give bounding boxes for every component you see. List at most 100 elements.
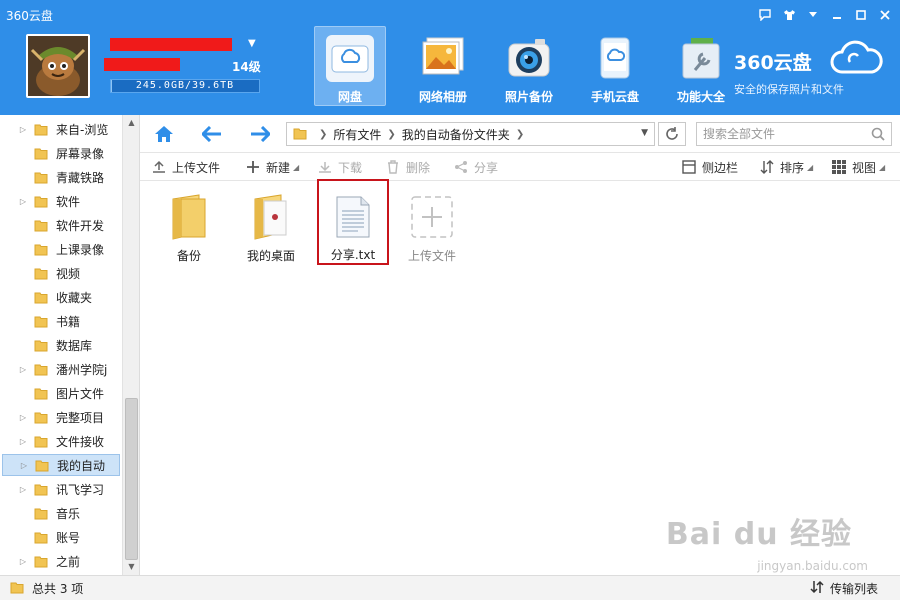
sidebar-item-label: 软件开发: [56, 218, 105, 233]
breadcrumb-all-files[interactable]: 所有文件: [333, 126, 381, 143]
sidebar-item-10[interactable]: ▷ 潘州学院j: [2, 358, 120, 380]
sidebar-item-2[interactable]: 青藏铁路: [2, 166, 120, 188]
nav-photo-album[interactable]: 网络相册: [400, 26, 486, 106]
maximize-icon[interactable]: [852, 6, 870, 24]
sidebar-item-label: 屏幕录像: [56, 146, 105, 161]
minimize-icon[interactable]: [828, 6, 846, 24]
sidebar-item-7[interactable]: 收藏夹: [2, 286, 120, 308]
expand-arrow-icon[interactable]: ▷: [16, 437, 30, 446]
expand-arrow-icon[interactable]: ▷: [16, 125, 30, 134]
sidebar-item-label: 上课录像: [56, 242, 105, 257]
sidebar-item-3[interactable]: ▷ 软件: [2, 190, 120, 212]
folder-icon: [34, 148, 48, 160]
nav-cloud-drive[interactable]: 网盘: [314, 26, 386, 106]
sidebar-item-label: 来自-浏览: [56, 122, 109, 137]
forward-button[interactable]: [248, 122, 272, 146]
folder-icon: [293, 126, 307, 143]
expand-arrow-icon[interactable]: ▷: [17, 461, 31, 470]
new-button[interactable]: 新建 ◢: [246, 158, 299, 176]
upload-file-tile[interactable]: 上传文件: [397, 187, 467, 267]
folder-icon: [165, 193, 213, 241]
folder-icon: [34, 364, 48, 376]
sidebar-item-5[interactable]: 上课录像: [2, 238, 120, 260]
folder-icon: [34, 244, 48, 256]
folder-icon: [35, 460, 49, 472]
sidebar-item-6[interactable]: 视频: [2, 262, 120, 284]
avatar[interactable]: [26, 34, 90, 98]
phone-cloud-icon: [591, 34, 639, 82]
nav-label: 手机云盘: [590, 90, 639, 104]
scroll-down-icon[interactable]: ▼: [123, 559, 140, 575]
sidebar-item-13[interactable]: ▷ 文件接收: [2, 430, 120, 452]
expand-arrow-icon[interactable]: ▷: [16, 365, 30, 374]
sidebar-item-label: 我的自动: [57, 458, 106, 473]
search-icon[interactable]: [871, 127, 885, 144]
skin-icon[interactable]: [780, 6, 798, 24]
home-icon: [155, 126, 173, 142]
folder-icon: [10, 580, 24, 597]
folder-icon: [34, 172, 48, 184]
folder-icon: [34, 412, 48, 424]
breadcrumb-current-folder[interactable]: 我的自动备份文件夹: [402, 126, 510, 143]
sidebar-item-16[interactable]: 音乐: [2, 502, 120, 524]
search-input[interactable]: [703, 127, 863, 141]
expand-arrow-icon[interactable]: ▷: [16, 413, 30, 422]
nav-label: 网盘: [337, 90, 362, 104]
menu-icon[interactable]: [804, 6, 822, 24]
view-button[interactable]: 视图 ◢: [832, 158, 885, 176]
sidebar-item-4[interactable]: 软件开发: [2, 214, 120, 236]
download-button[interactable]: 下载: [318, 158, 362, 176]
sidebar-item-0[interactable]: ▷ 来自-浏览: [2, 118, 120, 140]
sidebar-scrollbar[interactable]: ▲ ▼: [122, 115, 139, 575]
expand-arrow-icon[interactable]: ▷: [16, 557, 30, 566]
chevron-down-icon: ◢: [293, 162, 300, 172]
chevron-right-icon: ❯: [319, 128, 328, 140]
item-count: 总共 3 项: [32, 581, 84, 596]
sidebar-item-11[interactable]: 图片文件: [2, 382, 120, 404]
user-menu-caret-icon[interactable]: ▼: [248, 38, 256, 49]
share-button[interactable]: 分享: [454, 158, 498, 176]
expand-arrow-icon[interactable]: ▷: [16, 197, 30, 206]
nav-phone-cloud[interactable]: 手机云盘: [572, 26, 658, 106]
scroll-thumb[interactable]: [125, 398, 138, 560]
chevron-right-icon: ❯: [515, 128, 525, 140]
folder-icon: [34, 532, 48, 544]
sidebar-item-18[interactable]: ▷ 之前: [2, 550, 120, 572]
transfer-list-button[interactable]: 传输列表: [810, 580, 878, 597]
sidebar-item-17[interactable]: 账号: [2, 526, 120, 548]
nav-photo-backup[interactable]: 照片备份: [486, 26, 572, 106]
sidebar-item-14[interactable]: ▷ 我的自动: [2, 454, 120, 476]
refresh-button[interactable]: [658, 122, 686, 146]
transfer-list-label: 传输列表: [829, 582, 878, 596]
sidebar-item-label: 文件接收: [56, 434, 105, 449]
sidebar-item-12[interactable]: ▷ 完整项目: [2, 406, 120, 428]
nav-label: 网络相册: [418, 90, 467, 104]
chevron-down-icon[interactable]: ▼: [641, 128, 648, 138]
file-item-desktop-folder[interactable]: 我的桌面: [236, 187, 306, 267]
breadcrumb[interactable]: ❯ 所有文件 ❯ 我的自动备份文件夹 ❯ ▼: [286, 122, 655, 146]
sort-icon: [760, 160, 774, 174]
scroll-up-icon[interactable]: ▲: [123, 115, 140, 131]
sort-button[interactable]: 排序 ◢: [760, 158, 813, 176]
sidebar-item-8[interactable]: 书籍: [2, 310, 120, 332]
upload-button[interactable]: 上传文件: [152, 158, 220, 176]
folder-icon: [34, 436, 48, 448]
delete-button[interactable]: 删除: [386, 158, 430, 176]
file-item-share-txt[interactable]: 分享.txt: [317, 179, 389, 265]
watermark-url: jingyan.baidu.com: [757, 559, 868, 573]
sidebar-item-1[interactable]: 屏幕录像: [2, 142, 120, 164]
folder-icon: [34, 484, 48, 496]
sidebar-item-15[interactable]: ▷ 讯飞学习: [2, 478, 120, 500]
sidebar-item-label: 图片文件: [56, 386, 105, 401]
close-icon[interactable]: [876, 6, 894, 24]
sidebar-toggle-button[interactable]: 侧边栏: [682, 158, 738, 176]
delete-label: 删除: [406, 160, 431, 175]
nav-toolbox[interactable]: 功能大全: [658, 26, 744, 106]
home-button[interactable]: [152, 122, 176, 146]
sidebar-item-9[interactable]: 数据库: [2, 334, 120, 356]
file-name: 备份: [176, 249, 201, 263]
file-item-backup-folder[interactable]: 备份: [154, 187, 224, 267]
feedback-icon[interactable]: [756, 6, 774, 24]
back-button[interactable]: [200, 122, 224, 146]
expand-arrow-icon[interactable]: ▷: [16, 485, 30, 494]
